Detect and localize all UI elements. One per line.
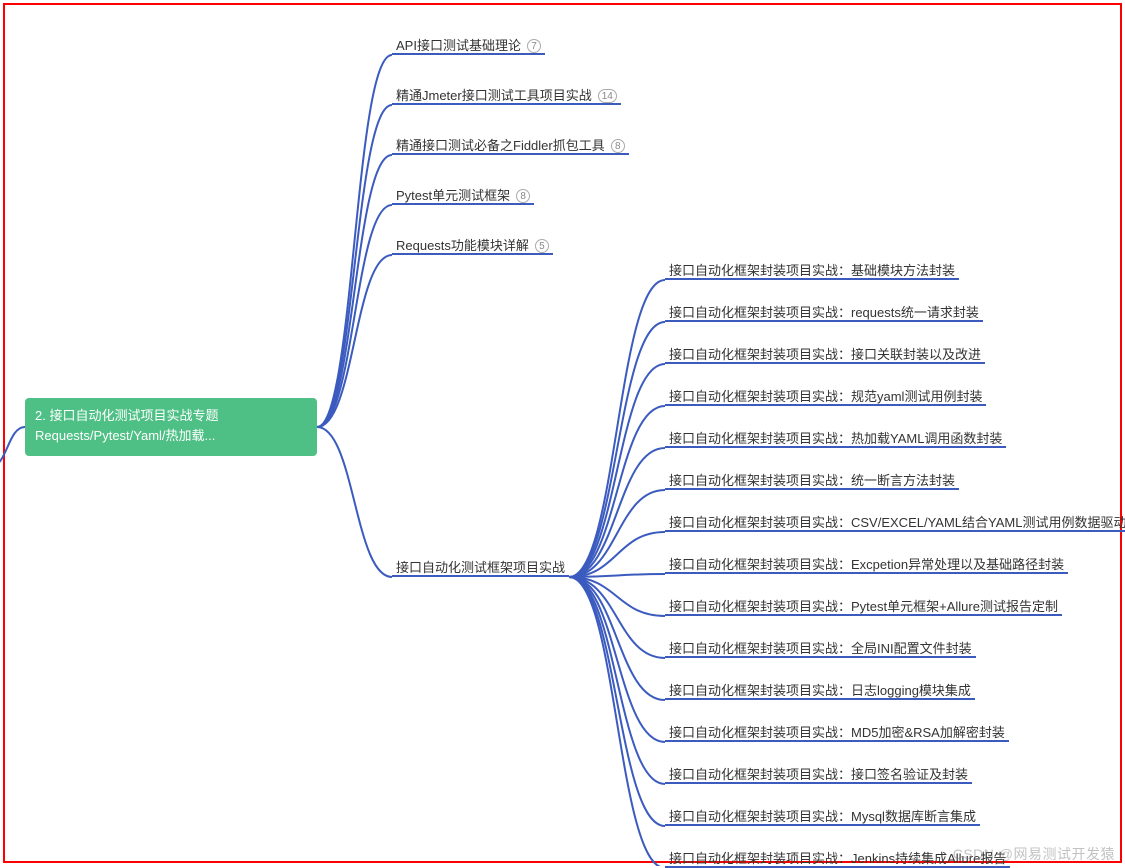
level2-node[interactable]: 接口自动化框架封装项目实战：统一断言方法封装 [665,470,959,490]
level2-node[interactable]: 接口自动化框架封装项目实战：Pytest单元框架+Allure测试报告定制 [665,596,1062,616]
level2-label: 接口自动化框架封装项目实战：Excpetion异常处理以及基础路径封装 [669,557,1064,572]
level1-label: 精通Jmeter接口测试工具项目实战 [396,88,592,103]
root-number: 2. [35,408,46,423]
level2-node[interactable]: 接口自动化框架封装项目实战：基础模块方法封装 [665,260,959,280]
level1-node[interactable]: Pytest单元测试框架 8 [392,185,534,205]
level2-label: 接口自动化框架封装项目实战：Mysql数据库断言集成 [669,809,976,824]
level2-node[interactable]: 接口自动化框架封装项目实战：热加载YAML调用函数封装 [665,428,1006,448]
count-badge: 7 [527,39,541,53]
root-line2: Requests/Pytest/Yaml/热加载... [35,428,215,443]
level2-node[interactable]: 接口自动化框架封装项目实战：CSV/EXCEL/YAML结合YAML测试用例数据… [665,512,1125,532]
level2-label: 接口自动化框架封装项目实战：全局INI配置文件封装 [669,641,972,656]
level2-node[interactable]: 接口自动化框架封装项目实战：requests统一请求封装 [665,302,983,322]
level2-label: 接口自动化框架封装项目实战：基础模块方法封装 [669,263,955,278]
level1-label: Pytest单元测试框架 [396,188,510,203]
level2-label: 接口自动化框架封装项目实战：接口签名验证及封装 [669,767,968,782]
level2-label: 接口自动化框架封装项目实战：Pytest单元框架+Allure测试报告定制 [669,599,1058,614]
level2-label: 接口自动化框架封装项目实战：统一断言方法封装 [669,473,955,488]
level1-node[interactable]: 精通接口测试必备之Fiddler抓包工具 8 [392,135,629,155]
level2-node[interactable]: 接口自动化框架封装项目实战：接口签名验证及封装 [665,764,972,784]
root-node[interactable]: 2. 接口自动化测试项目实战专题 Requests/Pytest/Yaml/热加… [25,398,317,456]
level1-label: Requests功能模块详解 [396,238,529,253]
level2-label: 接口自动化框架封装项目实战：规范yaml测试用例封装 [669,389,982,404]
level1-node[interactable]: 接口自动化测试框架项目实战 [392,557,569,577]
level2-label: 接口自动化框架封装项目实战：CSV/EXCEL/YAML结合YAML测试用例数据… [669,515,1125,530]
level1-label: 精通接口测试必备之Fiddler抓包工具 [396,138,605,153]
count-badge: 8 [611,139,625,153]
level1-node[interactable]: Requests功能模块详解 5 [392,235,553,255]
level1-label: API接口测试基础理论 [396,38,521,53]
level2-node[interactable]: 接口自动化框架封装项目实战：Mysql数据库断言集成 [665,806,980,826]
level2-label: 接口自动化框架封装项目实战：MD5加密&RSA加解密封装 [669,725,1005,740]
watermark: CSDN @网易测试开发猿 [953,844,1115,864]
level2-node[interactable]: 接口自动化框架封装项目实战：接口关联封装以及改进 [665,344,985,364]
level2-label: 接口自动化框架封装项目实战：接口关联封装以及改进 [669,347,981,362]
level2-label: 接口自动化框架封装项目实战：requests统一请求封装 [669,305,979,320]
level2-label: 接口自动化框架封装项目实战：日志logging模块集成 [669,683,971,698]
level2-node[interactable]: 接口自动化框架封装项目实战：全局INI配置文件封装 [665,638,976,658]
level1-node[interactable]: 精通Jmeter接口测试工具项目实战 14 [392,85,621,105]
count-badge: 5 [535,239,549,253]
level2-node[interactable]: 接口自动化框架封装项目实战：MD5加密&RSA加解密封装 [665,722,1009,742]
level2-node[interactable]: 接口自动化框架封装项目实战：Excpetion异常处理以及基础路径封装 [665,554,1068,574]
level1-node[interactable]: API接口测试基础理论 7 [392,35,545,55]
level2-node[interactable]: 接口自动化框架封装项目实战：规范yaml测试用例封装 [665,386,986,406]
count-badge: 8 [516,189,530,203]
root-line1: 接口自动化测试项目实战专题 [49,408,218,423]
level1-label: 接口自动化测试框架项目实战 [396,560,565,575]
level2-node[interactable]: 接口自动化框架封装项目实战：日志logging模块集成 [665,680,975,700]
level2-label: 接口自动化框架封装项目实战：热加载YAML调用函数封装 [669,431,1002,446]
count-badge: 14 [598,89,617,103]
